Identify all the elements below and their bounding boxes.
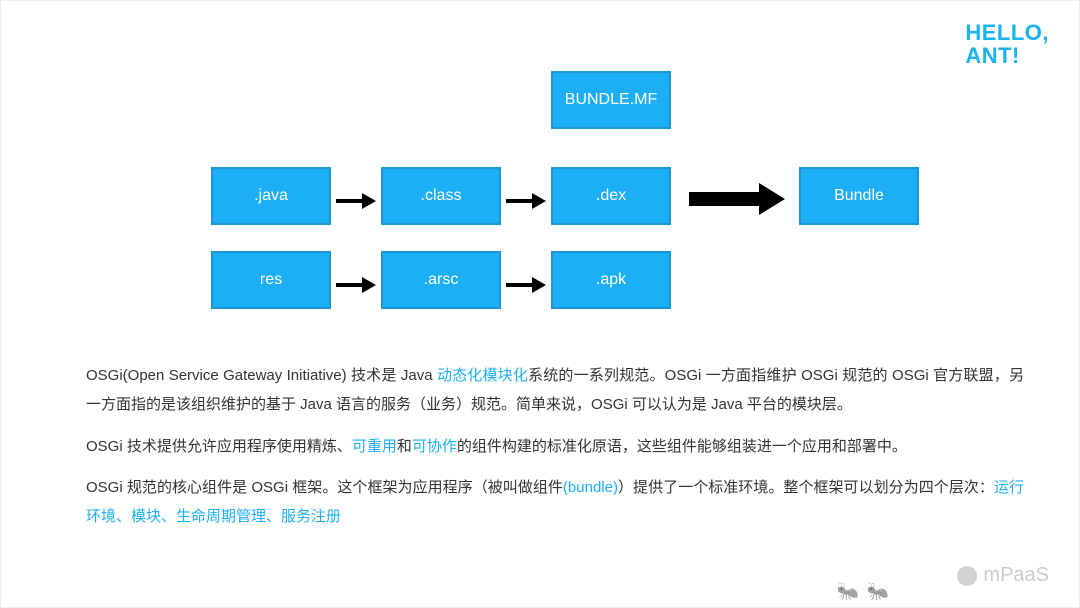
ant-decoration-1: 🐜 [837,581,859,602]
paragraph-3: OSGi 规范的核心组件是 OSGi 框架。这个框架为应用程序（被叫做组件(bu… [86,473,1024,532]
arrow-java-to-class [336,193,376,209]
arrow-arsc-to-apk [506,277,546,293]
osgi-bundle-diagram: BUNDLE.MF .java .class .dex res .arsc .a… [211,71,891,331]
box-class: .class [381,167,501,225]
watermark-text: mPaaS [983,564,1049,587]
box-java: .java [211,167,331,225]
logo-line1: HELLO, [965,21,1049,44]
paragraph-2: OSGi 技术提供允许应用程序使用精炼、可重用和可协作的组件构建的标准化原语，这… [86,432,1024,461]
brand-logo: HELLO, ANT! [965,21,1049,67]
logo-line2: ANT! [965,44,1049,67]
description-text: OSGi(Open Service Gateway Initiative) 技术… [86,361,1024,543]
box-apk: .apk [551,251,671,309]
arrow-to-bundle [689,183,785,215]
ant-decoration-2: 🐜 [867,581,889,602]
box-dex: .dex [551,167,671,225]
box-bundlemf: BUNDLE.MF [551,71,671,129]
arrow-class-to-dex [506,193,546,209]
box-arsc: .arsc [381,251,501,309]
arrow-res-to-arsc [336,277,376,293]
wechat-icon [957,566,977,586]
paragraph-1: OSGi(Open Service Gateway Initiative) 技术… [86,361,1024,420]
highlight-collaborative: 可协作 [412,438,457,455]
highlight-bundle: (bundle) [563,479,618,496]
highlight-dynamic-modular: 动态化模块化 [437,367,528,384]
box-res: res [211,251,331,309]
highlight-reusable: 可重用 [352,438,397,455]
box-bundle: Bundle [799,167,919,225]
watermark: mPaaS [957,564,1049,587]
